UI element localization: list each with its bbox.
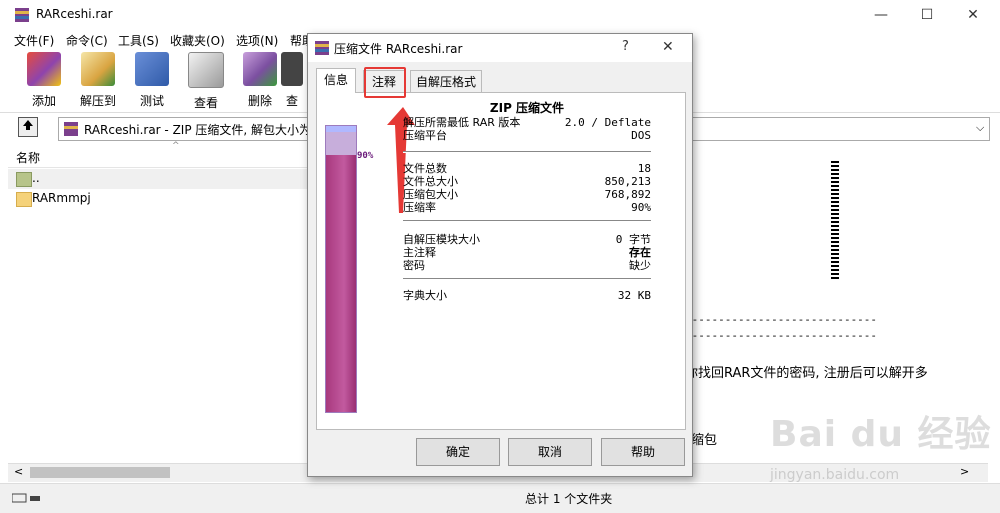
cancel-button[interactable]: 取消 xyxy=(508,438,592,466)
prop-row: 文件总数 18 xyxy=(403,162,651,175)
separator xyxy=(403,220,651,222)
prop-row: 自解压模块大小 0 字节 xyxy=(403,233,651,246)
help-icon[interactable]: ? xyxy=(622,39,629,54)
menu-tools[interactable]: 工具(S) xyxy=(118,32,159,49)
scroll-right-icon[interactable]: > xyxy=(960,465,969,478)
separator xyxy=(403,278,651,280)
view-button[interactable]: 查看 xyxy=(181,52,231,111)
ratio-label: 90% xyxy=(357,151,374,161)
close-button[interactable]: ✕ xyxy=(950,0,996,30)
ok-button[interactable]: 确定 xyxy=(416,438,500,466)
separator xyxy=(403,151,651,153)
column-name-label[interactable]: 名称 xyxy=(16,149,40,166)
info-panel: 90% ZIP 压缩文件 解压所需最低 RAR 版本 2.0 / Deflate … xyxy=(316,92,686,430)
parent-folder-icon xyxy=(16,172,32,187)
help-button[interactable]: 帮助 xyxy=(601,438,685,466)
prop-row: 字典大小 32 KB xyxy=(403,289,651,302)
menu-favorites[interactable]: 收藏夹(O) xyxy=(170,32,225,49)
prop-row: 解压所需最低 RAR 版本 2.0 / Deflate xyxy=(403,116,651,129)
status-total: 总计 1 个文件夹 xyxy=(525,492,613,506)
winrar-app-icon xyxy=(315,41,329,55)
baidu-watermark: Bai du 经验 xyxy=(770,414,992,455)
extract-to-button[interactable]: 解压到 xyxy=(73,52,123,109)
ratio-fill xyxy=(326,154,356,412)
test-icon xyxy=(135,52,169,86)
up-folder-button[interactable] xyxy=(18,117,38,137)
add-button[interactable]: 添加 xyxy=(19,52,69,109)
status-bar: 总计 1 个文件夹 xyxy=(0,483,1000,513)
title-bar: RARceshi.rar — ☐ ✕ xyxy=(0,0,1000,30)
menu-options[interactable]: 选项(N) xyxy=(236,32,278,49)
watermark-url: jingyan.baidu.com xyxy=(770,467,900,483)
scroll-left-icon[interactable]: < xyxy=(14,465,23,478)
prop-row: 压缩包大小 768,892 xyxy=(403,188,651,201)
prop-row: 压缩率 90% xyxy=(403,201,651,214)
dialog-title: 压缩文件 RARceshi.rar xyxy=(334,42,463,56)
list-item[interactable]: .. xyxy=(8,169,348,189)
ratio-top xyxy=(326,126,356,132)
delete-icon xyxy=(243,52,277,86)
tab-info[interactable]: 信息 xyxy=(316,68,356,93)
prop-row: 文件总大小 850,213 xyxy=(403,175,651,188)
compression-ratio-bar xyxy=(325,125,357,413)
folder-icon xyxy=(16,192,32,207)
sort-ascending-icon: ^ xyxy=(172,141,180,151)
comment-line: ----------------------------- xyxy=(685,313,878,326)
archive-info-dialog: 压缩文件 RARceshi.rar ? ✕ 信息 注释 自解压格式 90% ZI… xyxy=(307,33,693,477)
ascii-art xyxy=(831,161,839,279)
arrow-up-icon xyxy=(23,120,33,130)
find-button[interactable]: 查 xyxy=(277,52,307,109)
prop-row: 压缩平台 DOS xyxy=(403,129,651,142)
view-icon xyxy=(188,52,224,88)
prop-row: 密码 缺少 xyxy=(403,259,651,272)
menu-file[interactable]: 文件(F) xyxy=(14,32,54,49)
add-archive-icon xyxy=(27,52,61,86)
find-icon xyxy=(281,52,303,86)
comment-text: 你找回RAR文件的密码, 注册后可以解开多 xyxy=(685,366,928,381)
archive-icon xyxy=(64,122,78,136)
drive-icon xyxy=(12,493,40,503)
extract-to-icon xyxy=(81,52,115,86)
test-button[interactable]: 测试 xyxy=(127,52,177,109)
comment-line: ----------------------------- xyxy=(685,329,878,342)
prop-row: 主注释 存在 xyxy=(403,246,651,259)
window-title: RARceshi.rar xyxy=(36,7,113,21)
chevron-down-icon[interactable]: ⌵ xyxy=(976,121,984,135)
archive-type: ZIP 压缩文件 xyxy=(489,101,565,115)
maximize-button[interactable]: ☐ xyxy=(904,0,950,30)
scroll-thumb[interactable] xyxy=(30,467,170,478)
winrar-app-icon xyxy=(14,7,30,23)
list-item[interactable]: RARmmpj xyxy=(8,189,348,209)
dialog-close-button[interactable]: ✕ xyxy=(662,39,674,55)
tab-sfx[interactable]: 自解压格式 xyxy=(410,70,482,93)
highlight-box xyxy=(364,67,406,98)
menu-commands[interactable]: 命令(C) xyxy=(66,32,108,49)
minimize-button[interactable]: — xyxy=(858,0,904,30)
path-text: RARceshi.rar - ZIP 压缩文件, 解包大小为 8 xyxy=(84,123,323,137)
comment-text: 缩包 xyxy=(691,433,718,448)
dialog-title-bar: 压缩文件 RARceshi.rar ? ✕ xyxy=(308,34,692,62)
